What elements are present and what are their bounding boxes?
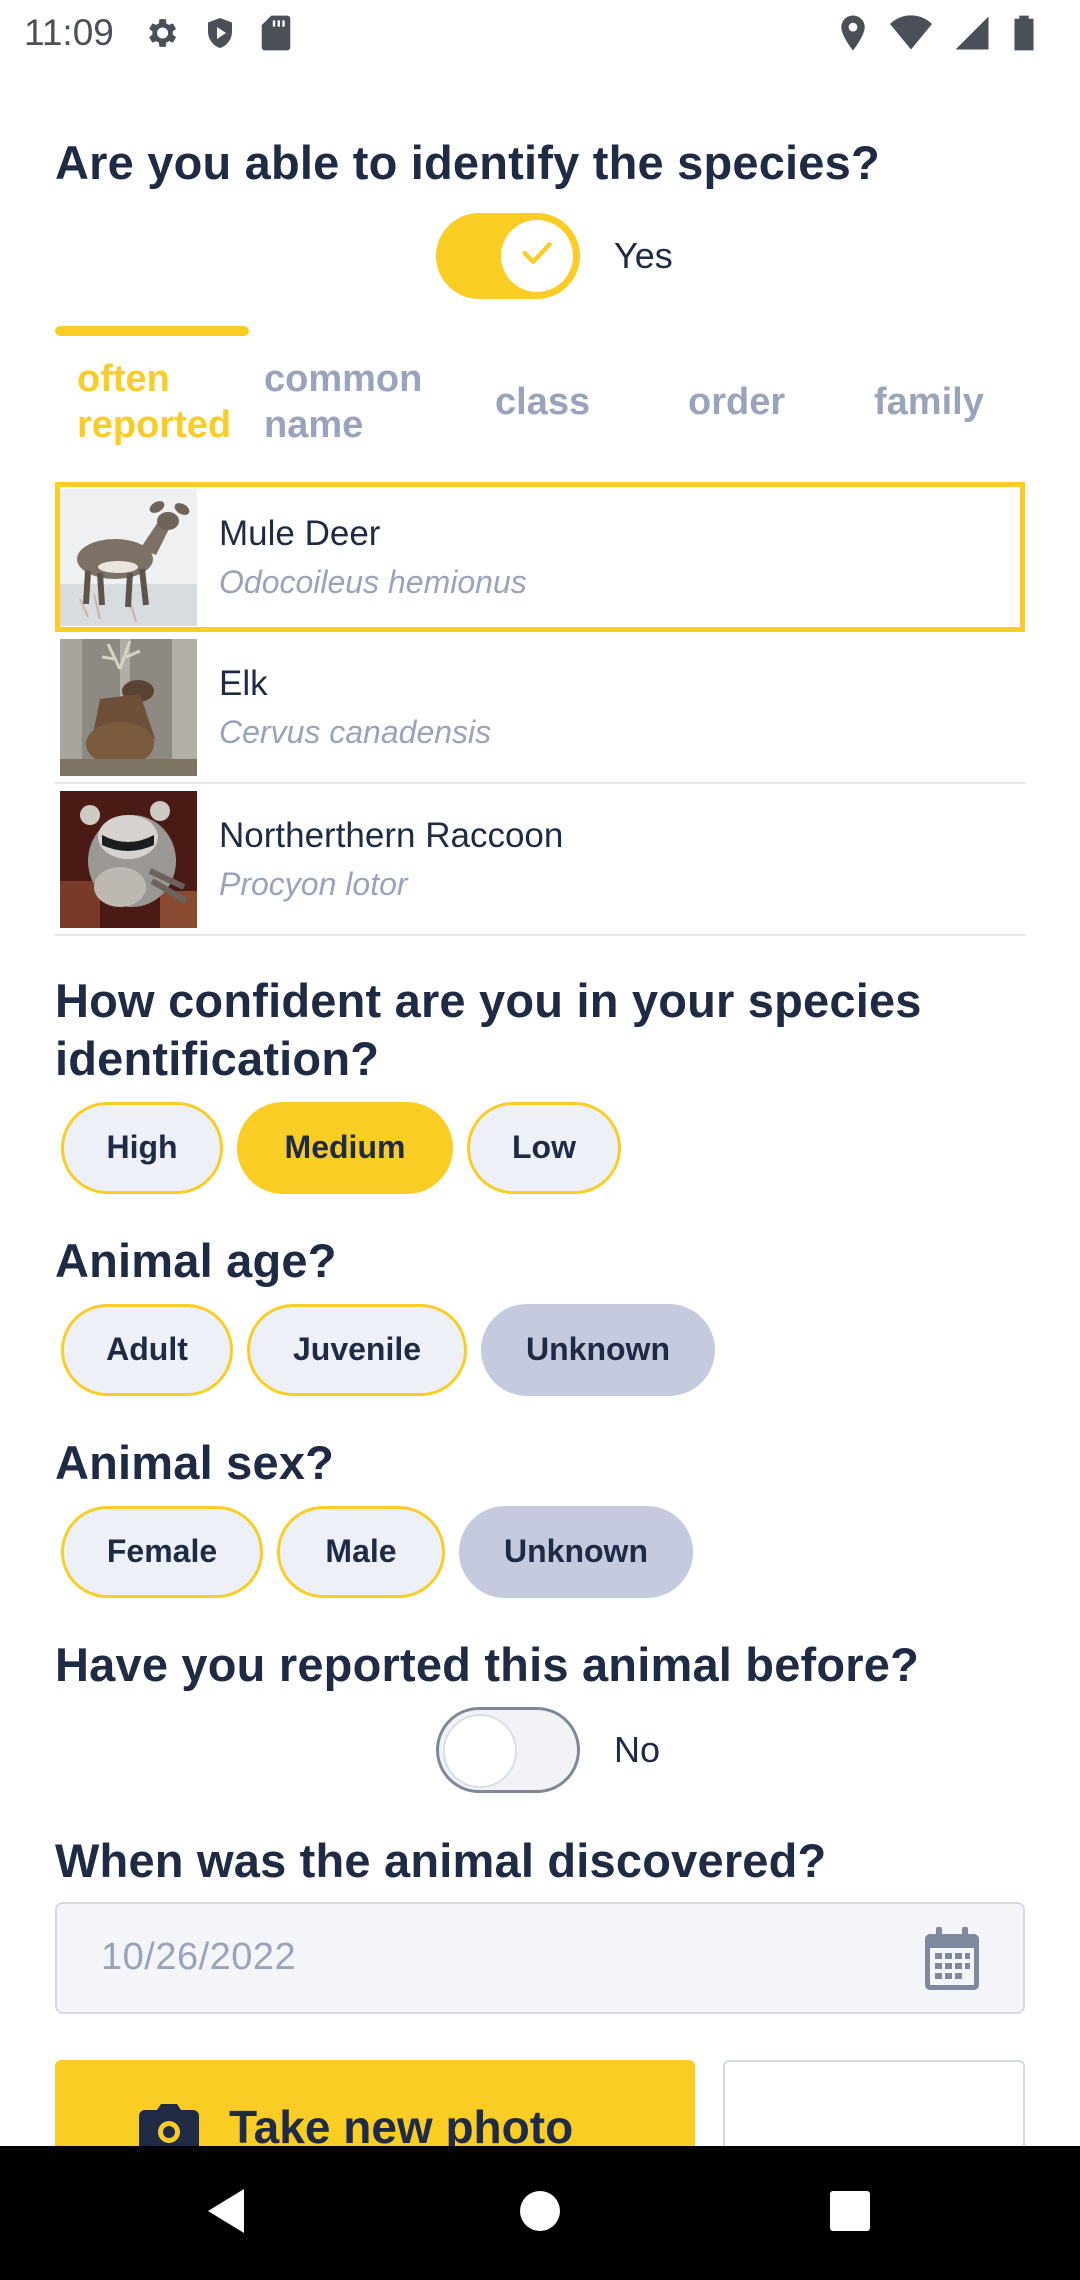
age-unknown-chip[interactable]: Unknown — [481, 1303, 715, 1396]
age-question: Animal age? — [55, 1234, 337, 1287]
confidence-question: How confident are you in your species id… — [55, 974, 922, 1085]
sex-male-chip[interactable]: Male — [277, 1505, 445, 1598]
species-item-mule-deer[interactable]: Mule Deer Odocoileus hemionus — [55, 482, 1025, 632]
tab-often-reported[interactable]: often reported — [77, 356, 231, 448]
confidence-medium-chip[interactable]: Medium — [237, 1101, 453, 1194]
status-time: 11:09 — [24, 12, 114, 53]
photo-actions: Take new photo — [55, 2060, 1025, 2146]
location-icon — [838, 14, 868, 52]
tab-label-line1: family — [874, 380, 984, 423]
reported-toggle-label: No — [614, 1728, 661, 1770]
take-photo-label: Take new photo — [229, 2101, 574, 2146]
mule-deer-photo — [60, 488, 197, 626]
species-scientific-name: Cervus canadensis — [219, 713, 492, 750]
elk-photo — [60, 638, 197, 776]
check-icon — [522, 240, 552, 271]
toggle-knob — [443, 1713, 517, 1788]
species-scientific-name: Odocoileus hemionus — [219, 563, 527, 600]
species-text: Northerthern Raccoon Procyon lotor — [219, 816, 563, 903]
confidence-high-chip[interactable]: High — [61, 1101, 223, 1194]
species-common-name: Mule Deer — [219, 513, 381, 553]
signal-icon — [954, 15, 990, 51]
identify-toggle[interactable] — [436, 212, 580, 299]
species-common-name: Northerthern Raccoon — [219, 815, 564, 855]
discovered-date-value: 10/26/2022 — [101, 1936, 297, 1979]
sex-female-chip[interactable]: Female — [61, 1505, 263, 1598]
tab-label-line1: order — [688, 380, 786, 423]
tab-label-line1: often — [77, 357, 170, 400]
identify-question: Are you able to identify the species? — [55, 136, 880, 189]
species-text: Elk Cervus canadensis — [219, 664, 491, 751]
species-text: Mule Deer Odocoileus hemionus — [219, 514, 527, 601]
age-options: Adult Juvenile Unknown — [55, 1303, 1025, 1396]
sex-section: Animal sex? Female Male Unknown — [55, 1434, 1025, 1598]
tab-class[interactable]: class — [495, 379, 590, 425]
tab-label-line2: reported — [77, 403, 232, 446]
battery-icon — [1012, 14, 1036, 52]
reported-before-toggle[interactable] — [436, 1706, 580, 1793]
species-common-name: Elk — [219, 663, 268, 703]
age-juvenile-chip[interactable]: Juvenile — [247, 1303, 467, 1396]
tab-family[interactable]: family — [874, 379, 984, 425]
sex-question: Animal sex? — [55, 1436, 335, 1489]
species-list: Mule Deer Odocoileus hemionus Elk Cervus… — [55, 482, 1025, 936]
identify-toggle-label: Yes — [614, 234, 673, 276]
confidence-section: How confident are you in your species id… — [55, 972, 1025, 1194]
discovered-date-field[interactable]: 10/26/2022 — [55, 1901, 1025, 2014]
tab-order[interactable]: order — [688, 379, 785, 425]
sex-options: Female Male Unknown — [55, 1505, 1025, 1598]
reported-before-section: Have you reported this animal before? No — [55, 1636, 1025, 1800]
settings-icon — [142, 14, 180, 52]
tab-label-line1: class — [495, 380, 591, 423]
confidence-options: High Medium Low — [55, 1101, 1025, 1194]
identification-form: Are you able to identify the species? Ye… — [55, 66, 1025, 486]
discovered-question: When was the animal discovered? — [55, 1834, 827, 1887]
species-item-elk[interactable]: Elk Cervus canadensis — [55, 632, 1025, 784]
camera-icon — [139, 2104, 199, 2146]
wifi-icon — [890, 15, 932, 51]
reported-toggle-row: No — [85, 1700, 1025, 1800]
age-section: Animal age? Adult Juvenile Unknown — [55, 1232, 1025, 1396]
species-filter-tabs: often reported common name class order f… — [55, 325, 1025, 486]
raccoon-photo — [60, 790, 197, 928]
recents-icon[interactable] — [828, 2186, 872, 2241]
tab-label-line1: common — [264, 357, 423, 400]
system-nav-bar — [0, 2146, 1080, 2280]
status-bar: 11:09 — [0, 0, 1080, 66]
discovered-section: When was the animal discovered? 10/26/20… — [55, 1832, 1025, 2014]
home-icon[interactable] — [518, 2186, 562, 2241]
back-icon[interactable] — [204, 2186, 248, 2241]
sex-unknown-chip[interactable]: Unknown — [459, 1505, 693, 1598]
calendar-icon[interactable] — [923, 1926, 981, 1997]
age-adult-chip[interactable]: Adult — [61, 1303, 233, 1396]
photo-preview-box[interactable] — [723, 2060, 1025, 2146]
species-scientific-name: Procyon lotor — [219, 865, 408, 902]
species-item-raccoon[interactable]: Northerthern Raccoon Procyon lotor — [55, 784, 1025, 936]
tab-common-name[interactable]: common name — [264, 356, 422, 448]
shield-icon — [202, 14, 238, 52]
confidence-low-chip[interactable]: Low — [467, 1101, 621, 1194]
toggle-knob — [501, 219, 573, 292]
sd-card-icon — [260, 14, 292, 52]
tab-label-line2: name — [264, 403, 364, 446]
take-photo-button[interactable]: Take new photo — [55, 2060, 695, 2146]
reported-before-question: Have you reported this animal before? — [55, 1638, 920, 1691]
active-tab-indicator — [55, 325, 249, 336]
identify-toggle-row: Yes — [85, 206, 1025, 306]
